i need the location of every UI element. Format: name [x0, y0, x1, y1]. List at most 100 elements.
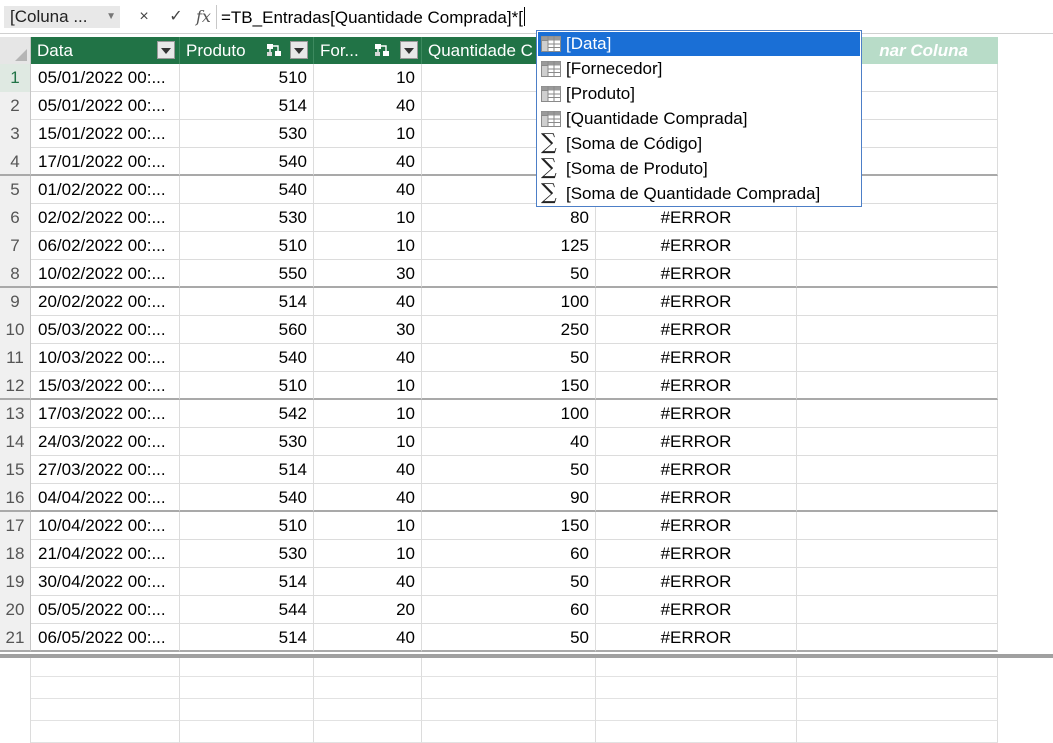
cell-produto[interactable]: 544: [180, 596, 314, 624]
cell-produto[interactable]: 530: [180, 204, 314, 232]
cell-fornecedor[interactable]: 10: [314, 232, 422, 260]
cell-fornecedor[interactable]: 10: [314, 64, 422, 92]
autocomplete-item[interactable]: [Quantidade Comprada]: [538, 107, 860, 131]
cell-fornecedor[interactable]: 40: [314, 148, 422, 176]
table-row[interactable]: 7 06/02/2022 00:... 510 10 125 #ERROR: [0, 232, 998, 260]
cell-add-column[interactable]: [797, 288, 998, 316]
autocomplete-item[interactable]: [Data]: [538, 32, 860, 56]
confirm-icon[interactable]: ✓: [165, 6, 187, 28]
cell-add-column[interactable]: [797, 204, 998, 232]
cell-quantidade[interactable]: 90: [422, 484, 596, 512]
cell-quantidade[interactable]: 50: [422, 568, 596, 596]
table-row[interactable]: 10 05/03/2022 00:... 560 30 250 #ERROR: [0, 316, 998, 344]
cancel-icon[interactable]: ×: [133, 6, 155, 28]
row-number[interactable]: 15: [0, 456, 31, 484]
cell-fornecedor[interactable]: 20: [314, 596, 422, 624]
cell-data[interactable]: 20/02/2022 00:...: [31, 288, 180, 316]
row-number[interactable]: 14: [0, 428, 31, 456]
cell-fornecedor[interactable]: 10: [314, 120, 422, 148]
cell-data[interactable]: 05/03/2022 00:...: [31, 316, 180, 344]
cell-calculated[interactable]: #ERROR: [596, 260, 797, 288]
cell-data[interactable]: 27/03/2022 00:...: [31, 456, 180, 484]
cell-fornecedor[interactable]: 40: [314, 624, 422, 652]
row-number[interactable]: 11: [0, 344, 31, 372]
cell-fornecedor[interactable]: 40: [314, 92, 422, 120]
table-row[interactable]: 14 24/03/2022 00:... 530 10 40 #ERROR: [0, 428, 998, 456]
autocomplete-item[interactable]: ∑ [Soma de Produto]: [538, 156, 860, 181]
autocomplete-item[interactable]: ∑ [Soma de Quantidade Comprada]: [538, 181, 860, 206]
cell-produto[interactable]: 540: [180, 176, 314, 204]
cell-produto[interactable]: 514: [180, 288, 314, 316]
cell-fornecedor[interactable]: 10: [314, 204, 422, 232]
cell-produto[interactable]: 514: [180, 456, 314, 484]
cell-calculated[interactable]: #ERROR: [596, 316, 797, 344]
cell-data[interactable]: 05/01/2022 00:...: [31, 92, 180, 120]
cell-calculated[interactable]: #ERROR: [596, 344, 797, 372]
row-number[interactable]: 5: [0, 176, 31, 204]
cell-quantidade[interactable]: 80: [422, 204, 596, 232]
formula-input[interactable]: =TB_Entradas[Quantidade Comprada]*[: [221, 6, 525, 30]
cell-quantidade[interactable]: 60: [422, 540, 596, 568]
cell-fornecedor[interactable]: 30: [314, 260, 422, 288]
cell-data[interactable]: 21/04/2022 00:...: [31, 540, 180, 568]
cell-fornecedor[interactable]: 10: [314, 372, 422, 400]
cell-add-column[interactable]: [797, 372, 998, 400]
table-row[interactable]: 13 17/03/2022 00:... 542 10 100 #ERROR: [0, 400, 998, 428]
cell-data[interactable]: 01/02/2022 00:...: [31, 176, 180, 204]
cell-quantidade[interactable]: 125: [422, 232, 596, 260]
cell-data[interactable]: 17/01/2022 00:...: [31, 148, 180, 176]
cell-calculated[interactable]: #ERROR: [596, 568, 797, 596]
cell-produto[interactable]: 514: [180, 624, 314, 652]
cell-calculated[interactable]: #ERROR: [596, 204, 797, 232]
row-number[interactable]: 6: [0, 204, 31, 232]
cell-quantidade[interactable]: 40: [422, 428, 596, 456]
cell-quantidade[interactable]: 100: [422, 400, 596, 428]
cell-calculated[interactable]: #ERROR: [596, 456, 797, 484]
cell-produto[interactable]: 530: [180, 428, 314, 456]
cell-calculated[interactable]: #ERROR: [596, 372, 797, 400]
table-row[interactable]: 6 02/02/2022 00:... 530 10 80 #ERROR: [0, 204, 998, 232]
fx-icon[interactable]: fx: [196, 6, 211, 28]
column-header-data[interactable]: Data: [31, 37, 180, 64]
row-number[interactable]: 12: [0, 372, 31, 400]
row-number[interactable]: 16: [0, 484, 31, 512]
cell-fornecedor[interactable]: 10: [314, 400, 422, 428]
autocomplete-item[interactable]: [Fornecedor]: [538, 57, 860, 81]
row-number[interactable]: 8: [0, 260, 31, 288]
cell-data[interactable]: 06/02/2022 00:...: [31, 232, 180, 260]
cell-data[interactable]: 24/03/2022 00:...: [31, 428, 180, 456]
cell-add-column[interactable]: [797, 540, 998, 568]
row-number[interactable]: 1: [0, 64, 31, 92]
cell-add-column[interactable]: [797, 316, 998, 344]
cell-produto[interactable]: 514: [180, 92, 314, 120]
filter-dropdown-icon[interactable]: [290, 41, 308, 59]
cell-data[interactable]: 06/05/2022 00:...: [31, 624, 180, 652]
cell-quantidade[interactable]: 50: [422, 624, 596, 652]
table-row[interactable]: 9 20/02/2022 00:... 514 40 100 #ERROR: [0, 288, 998, 316]
row-number[interactable]: 7: [0, 232, 31, 260]
name-box[interactable]: [Coluna ... ▼: [4, 6, 120, 28]
cell-data[interactable]: 05/05/2022 00:...: [31, 596, 180, 624]
row-number[interactable]: 18: [0, 540, 31, 568]
filter-dropdown-icon[interactable]: [157, 41, 175, 59]
cell-fornecedor[interactable]: 30: [314, 316, 422, 344]
select-all-corner[interactable]: [0, 37, 31, 64]
cell-data[interactable]: 10/04/2022 00:...: [31, 512, 180, 540]
cell-fornecedor[interactable]: 40: [314, 456, 422, 484]
cell-produto[interactable]: 510: [180, 232, 314, 260]
cell-data[interactable]: 04/04/2022 00:...: [31, 484, 180, 512]
cell-quantidade[interactable]: 150: [422, 372, 596, 400]
cell-fornecedor[interactable]: 10: [314, 512, 422, 540]
cell-produto[interactable]: 542: [180, 400, 314, 428]
cell-data[interactable]: 10/03/2022 00:...: [31, 344, 180, 372]
cell-data[interactable]: 15/03/2022 00:...: [31, 372, 180, 400]
row-number[interactable]: 10: [0, 316, 31, 344]
cell-add-column[interactable]: [797, 624, 998, 652]
cell-fornecedor[interactable]: 10: [314, 428, 422, 456]
row-number[interactable]: 17: [0, 512, 31, 540]
cell-data[interactable]: 10/02/2022 00:...: [31, 260, 180, 288]
cell-fornecedor[interactable]: 40: [314, 344, 422, 372]
table-row[interactable]: 21 06/05/2022 00:... 514 40 50 #ERROR: [0, 624, 998, 652]
cell-fornecedor[interactable]: 40: [314, 484, 422, 512]
autocomplete-item[interactable]: ∑ [Soma de Código]: [538, 131, 860, 156]
